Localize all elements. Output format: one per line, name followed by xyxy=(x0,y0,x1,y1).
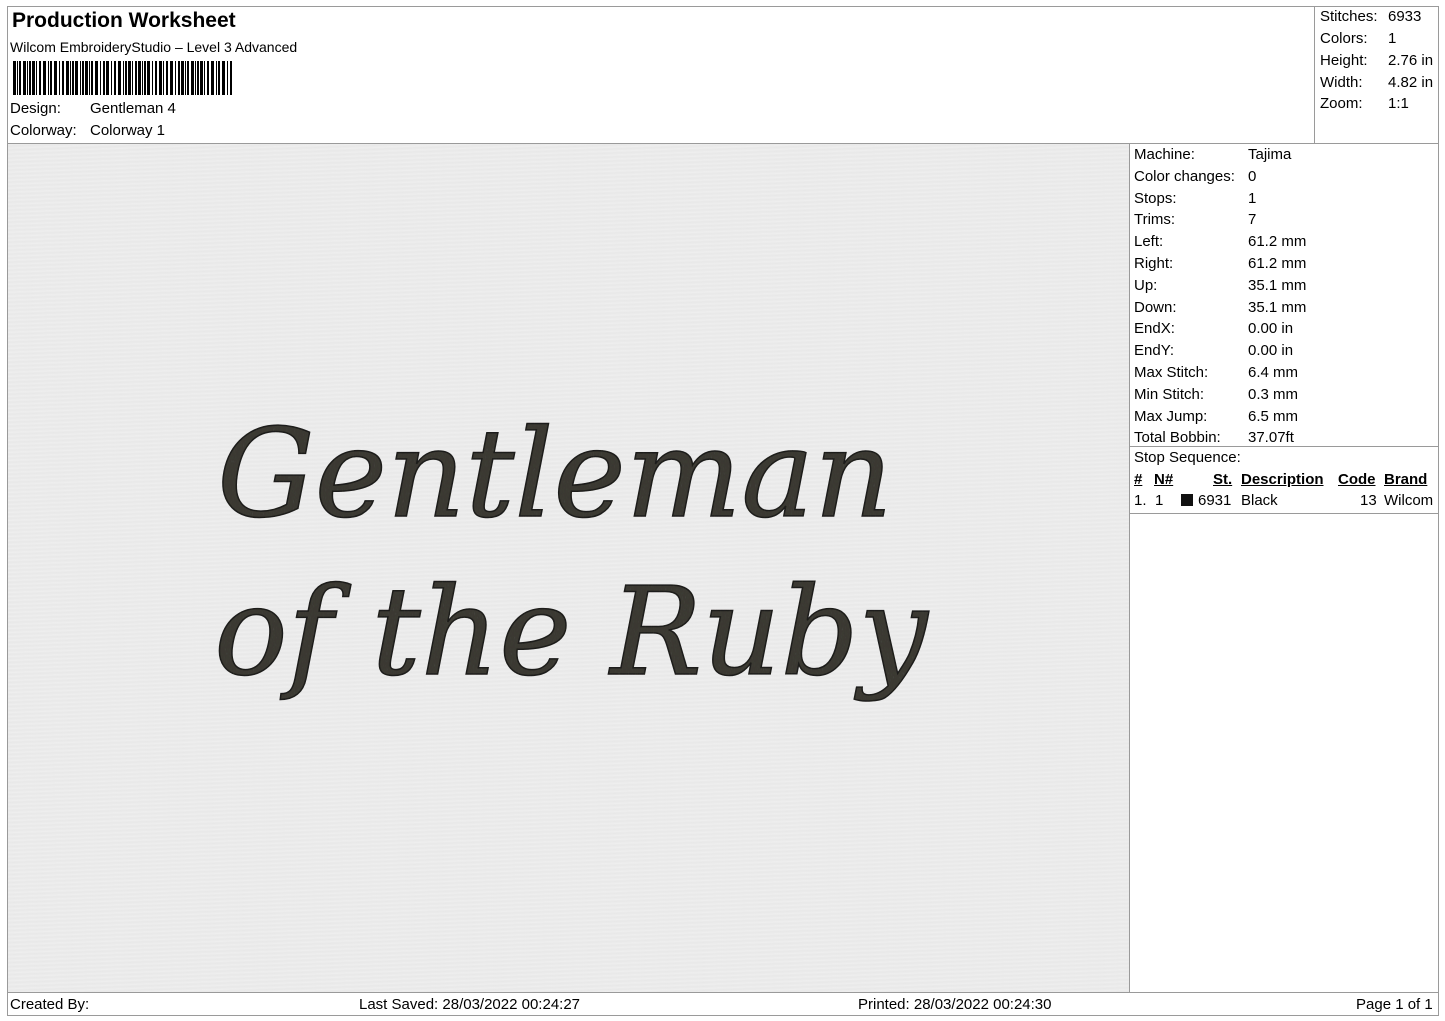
stitches-label: Stitches: xyxy=(1320,8,1378,25)
info-label: Color changes: xyxy=(1134,167,1235,185)
machine-info-row: Up: 35.1 mm xyxy=(1134,277,1306,294)
machine-info-row: EndX: 0.00 in xyxy=(1134,320,1293,337)
height-value: 2.76 in xyxy=(1388,52,1434,69)
design-value: Gentleman 4 xyxy=(90,100,176,117)
info-label: Left: xyxy=(1134,233,1164,251)
row-description: Black xyxy=(1241,492,1278,509)
colors-value: 1 xyxy=(1388,30,1397,47)
printed-date: Printed: 28/03/2022 00:24:30 xyxy=(858,996,1052,1013)
colors-row: Colors: 1 xyxy=(1320,30,1396,47)
info-label: Min Stitch: xyxy=(1134,385,1205,403)
zoom-label: Zoom: xyxy=(1320,95,1363,112)
machine-info-row: Stops: 1 xyxy=(1134,190,1256,207)
worksheet-header: Production Worksheet Wilcom EmbroiderySt… xyxy=(8,7,1314,143)
info-label: Total Bobbin: xyxy=(1134,429,1221,447)
col-header-num: # xyxy=(1134,471,1143,488)
info-divider xyxy=(1130,446,1438,447)
machine-info-row: Min Stitch: 0.3 mm xyxy=(1134,386,1298,403)
info-label: Max Jump: xyxy=(1134,407,1208,425)
colorway-value: Colorway 1 xyxy=(90,122,166,139)
worksheet-title: Production Worksheet xyxy=(12,9,236,32)
height-row: Height: 2.76 in xyxy=(1320,52,1433,69)
embroidery-design: Gentleman of the Ruby xyxy=(214,402,931,704)
info-value: 0.00 in xyxy=(1248,342,1294,360)
stitches-row: Stitches: 6933 xyxy=(1320,8,1421,25)
row-code: 13 xyxy=(1360,492,1377,509)
info-value: Tajima xyxy=(1248,146,1292,163)
created-by: Created By: xyxy=(10,996,90,1013)
page-number: Page 1 of 1 xyxy=(1356,996,1433,1013)
width-row: Width: 4.82 in xyxy=(1320,74,1433,91)
info-value: 1 xyxy=(1248,189,1257,207)
info-value: 7 xyxy=(1248,211,1257,229)
last-saved: Last Saved: 28/03/2022 00:24:27 xyxy=(359,996,581,1013)
machine-info-row: Left: 61.2 mm xyxy=(1134,233,1306,250)
design-text-line-1: Gentleman xyxy=(217,403,892,545)
info-value: 61.2 mm xyxy=(1248,255,1307,272)
colorway-label: Colorway: xyxy=(10,122,77,139)
zoom-value: 1:1 xyxy=(1388,95,1409,112)
stop-sequence-title: Stop Sequence: xyxy=(1134,449,1241,466)
row-num: 1. xyxy=(1134,492,1147,509)
info-value: 0 xyxy=(1248,167,1257,185)
info-value: 0.3 mm xyxy=(1248,385,1299,403)
height-label: Height: xyxy=(1320,52,1368,69)
machine-info-row: Color changes: 0 xyxy=(1134,168,1256,185)
info-value: 35.1 mm xyxy=(1248,298,1307,316)
design-summary: Stitches: 6933 Colors: 1 Height: 2.76 in Wi… xyxy=(1314,7,1438,143)
info-value: 6.5 mm xyxy=(1248,407,1299,425)
info-label: EndX: xyxy=(1134,320,1175,338)
width-label: Width: xyxy=(1320,74,1363,91)
colorway-row: Colorway: Colorway 1 xyxy=(10,122,165,139)
machine-info-row: Max Stitch: 6.4 mm xyxy=(1134,364,1298,381)
col-header-brand: Brand xyxy=(1384,471,1428,488)
machine-info-panel: Machine: Tajima Color changes: 0 Stops: 1 Trim… xyxy=(1129,144,1438,992)
row-n: 1 xyxy=(1155,492,1164,509)
machine-info-row: Down: 35.1 mm xyxy=(1134,299,1306,316)
col-header-n: N# xyxy=(1154,471,1174,488)
machine-info-row: EndY: 0.00 in xyxy=(1134,342,1293,359)
info-label: Max Stitch: xyxy=(1134,364,1209,381)
thread-color-swatch xyxy=(1181,494,1193,506)
design-row: Design: Gentleman 4 xyxy=(10,100,176,117)
info-label: Down: xyxy=(1134,298,1177,316)
production-worksheet: Production Worksheet Wilcom EmbroiderySt… xyxy=(7,6,1439,1016)
zoom-row: Zoom: 1:1 xyxy=(1320,95,1409,112)
table-divider xyxy=(1130,513,1438,514)
barcode-icon xyxy=(13,61,232,95)
info-label: Stops: xyxy=(1134,189,1177,207)
info-label: Right: xyxy=(1134,255,1174,272)
info-value: 37.07ft xyxy=(1248,429,1294,447)
colors-label: Colors: xyxy=(1320,30,1368,47)
design-label: Design: xyxy=(10,100,61,117)
info-value: 35.1 mm xyxy=(1248,276,1307,294)
row-brand: Wilcom xyxy=(1384,492,1434,509)
machine-info-row: Machine: Tajima xyxy=(1134,146,1291,163)
machine-info-row: Max Jump: 6.5 mm xyxy=(1134,408,1298,425)
software-name: Wilcom EmbroideryStudio – Level 3 Advanc… xyxy=(10,39,298,55)
info-value: 0.00 in xyxy=(1248,320,1294,338)
info-value: 6.4 mm xyxy=(1248,364,1299,381)
col-header-st: St. xyxy=(1213,471,1233,488)
row-st: 6931 xyxy=(1198,492,1232,509)
machine-info-row: Right: 61.2 mm xyxy=(1134,255,1306,272)
info-label: Machine: xyxy=(1134,146,1195,163)
worksheet-footer: Created By: Last Saved: 28/03/2022 00:24… xyxy=(8,992,1438,1016)
info-value: 61.2 mm xyxy=(1248,233,1307,251)
machine-info-row: Trims: 7 xyxy=(1134,211,1256,228)
info-label: Up: xyxy=(1134,276,1158,294)
col-header-description: Description xyxy=(1241,471,1324,488)
stitches-value: 6933 xyxy=(1388,8,1422,25)
info-label: EndY: xyxy=(1134,342,1175,360)
design-preview: Gentleman of the Ruby xyxy=(8,144,1129,992)
machine-info-row: Total Bobbin: 37.07ft xyxy=(1134,429,1294,446)
col-header-code: Code xyxy=(1338,471,1376,488)
design-text-line-2: of the Ruby xyxy=(214,561,929,703)
info-label: Trims: xyxy=(1134,211,1176,229)
width-value: 4.82 in xyxy=(1388,74,1434,91)
